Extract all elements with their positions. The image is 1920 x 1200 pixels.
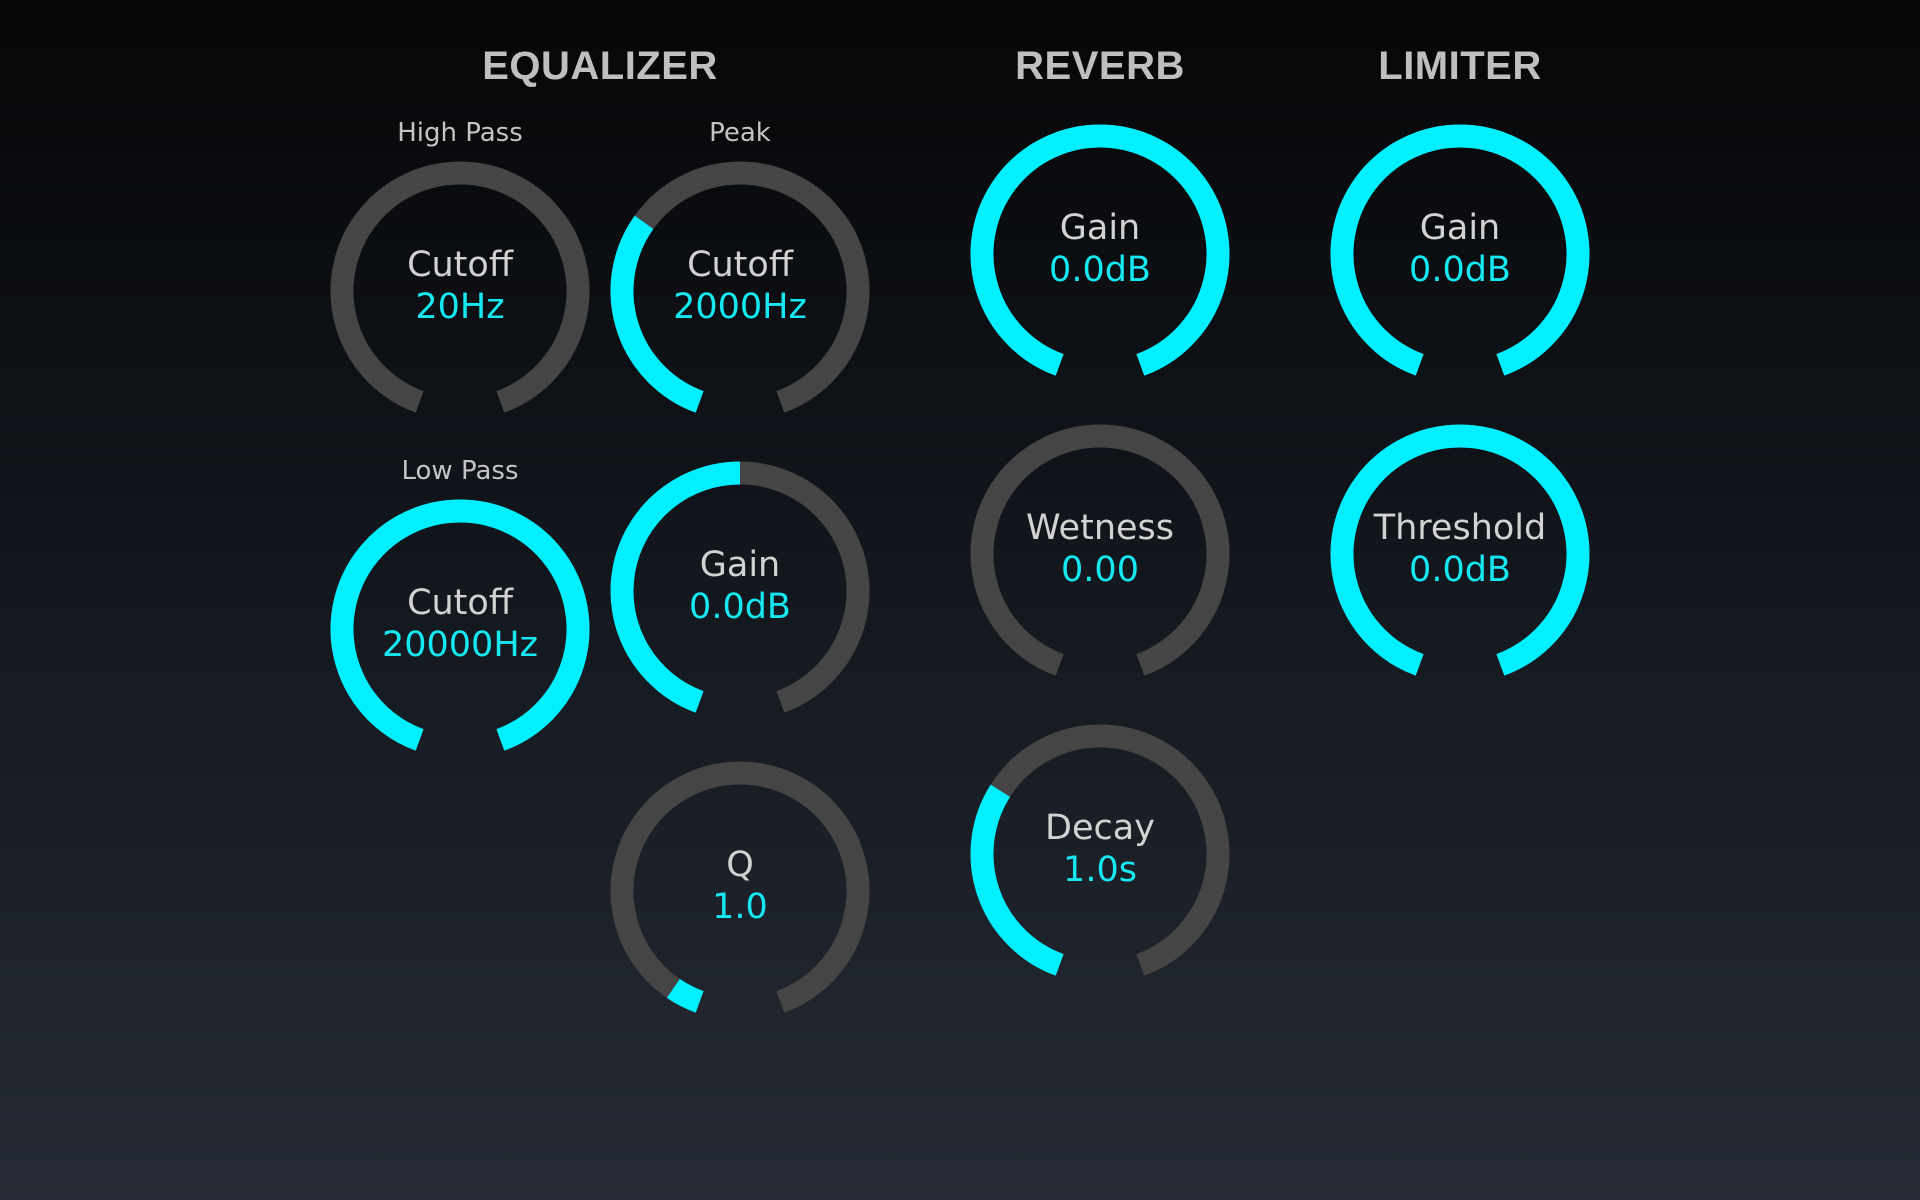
knob-value: 0.0dB [689, 587, 791, 627]
eq-peak-gain-knob[interactable]: Gain 0.0dB [610, 461, 870, 721]
limiter-title: LIMITER [1378, 44, 1542, 88]
reverb-gain-knob[interactable]: Gain 0.0dB [970, 124, 1230, 384]
reverb-title: REVERB [1015, 44, 1185, 88]
eq-peak-q-knob[interactable]: Q 1.0 [610, 761, 870, 1021]
knob-value: 0.00 [1061, 550, 1139, 590]
equalizer-title: EQUALIZER [482, 44, 718, 88]
limiter-gain-knob[interactable]: Gain 0.0dB [1330, 124, 1590, 384]
knob-label: Decay [1045, 808, 1155, 848]
peak-label: Peak [709, 118, 771, 148]
knob-label: Q [726, 845, 754, 885]
knob-label: Cutoff [407, 245, 513, 285]
knob-value: 20000Hz [381, 625, 539, 665]
reverb-wetness-knob[interactable]: Wetness 0.00 [970, 424, 1230, 684]
eq-lowpass-cutoff-knob[interactable]: Cutoff 20000Hz [330, 499, 590, 759]
eq-peak-cutoff-knob[interactable]: Cutoff 2000Hz [610, 161, 870, 421]
knob-value: 0.0dB [1049, 250, 1151, 290]
knob-value: 20Hz [415, 287, 505, 327]
knob-value: 0.0dB [1409, 550, 1511, 590]
low-pass-label: Low Pass [401, 456, 519, 486]
eq-highpass-cutoff-knob[interactable]: Cutoff 20Hz [330, 161, 590, 421]
knob-value: 2000Hz [673, 287, 807, 327]
limiter-threshold-knob[interactable]: Threshold 0.0dB [1330, 424, 1590, 684]
knob-label: Gain [1419, 208, 1501, 248]
knob-value: 1.0 [712, 887, 768, 927]
reverb-decay-knob[interactable]: Decay 1.0s [970, 724, 1230, 984]
knob-label: Wetness [1026, 508, 1174, 548]
knob-value-arc [666, 978, 704, 1013]
knob-label: Gain [1059, 208, 1141, 248]
knob-value: 0.0dB [1409, 250, 1511, 290]
knob-label: Threshold [1373, 508, 1547, 548]
knob-label: Gain [699, 545, 781, 585]
knob-label: Cutoff [407, 583, 513, 623]
knob-value: 1.0s [1063, 850, 1137, 890]
knob-label: Cutoff [687, 245, 793, 285]
high-pass-label: High Pass [397, 118, 523, 148]
